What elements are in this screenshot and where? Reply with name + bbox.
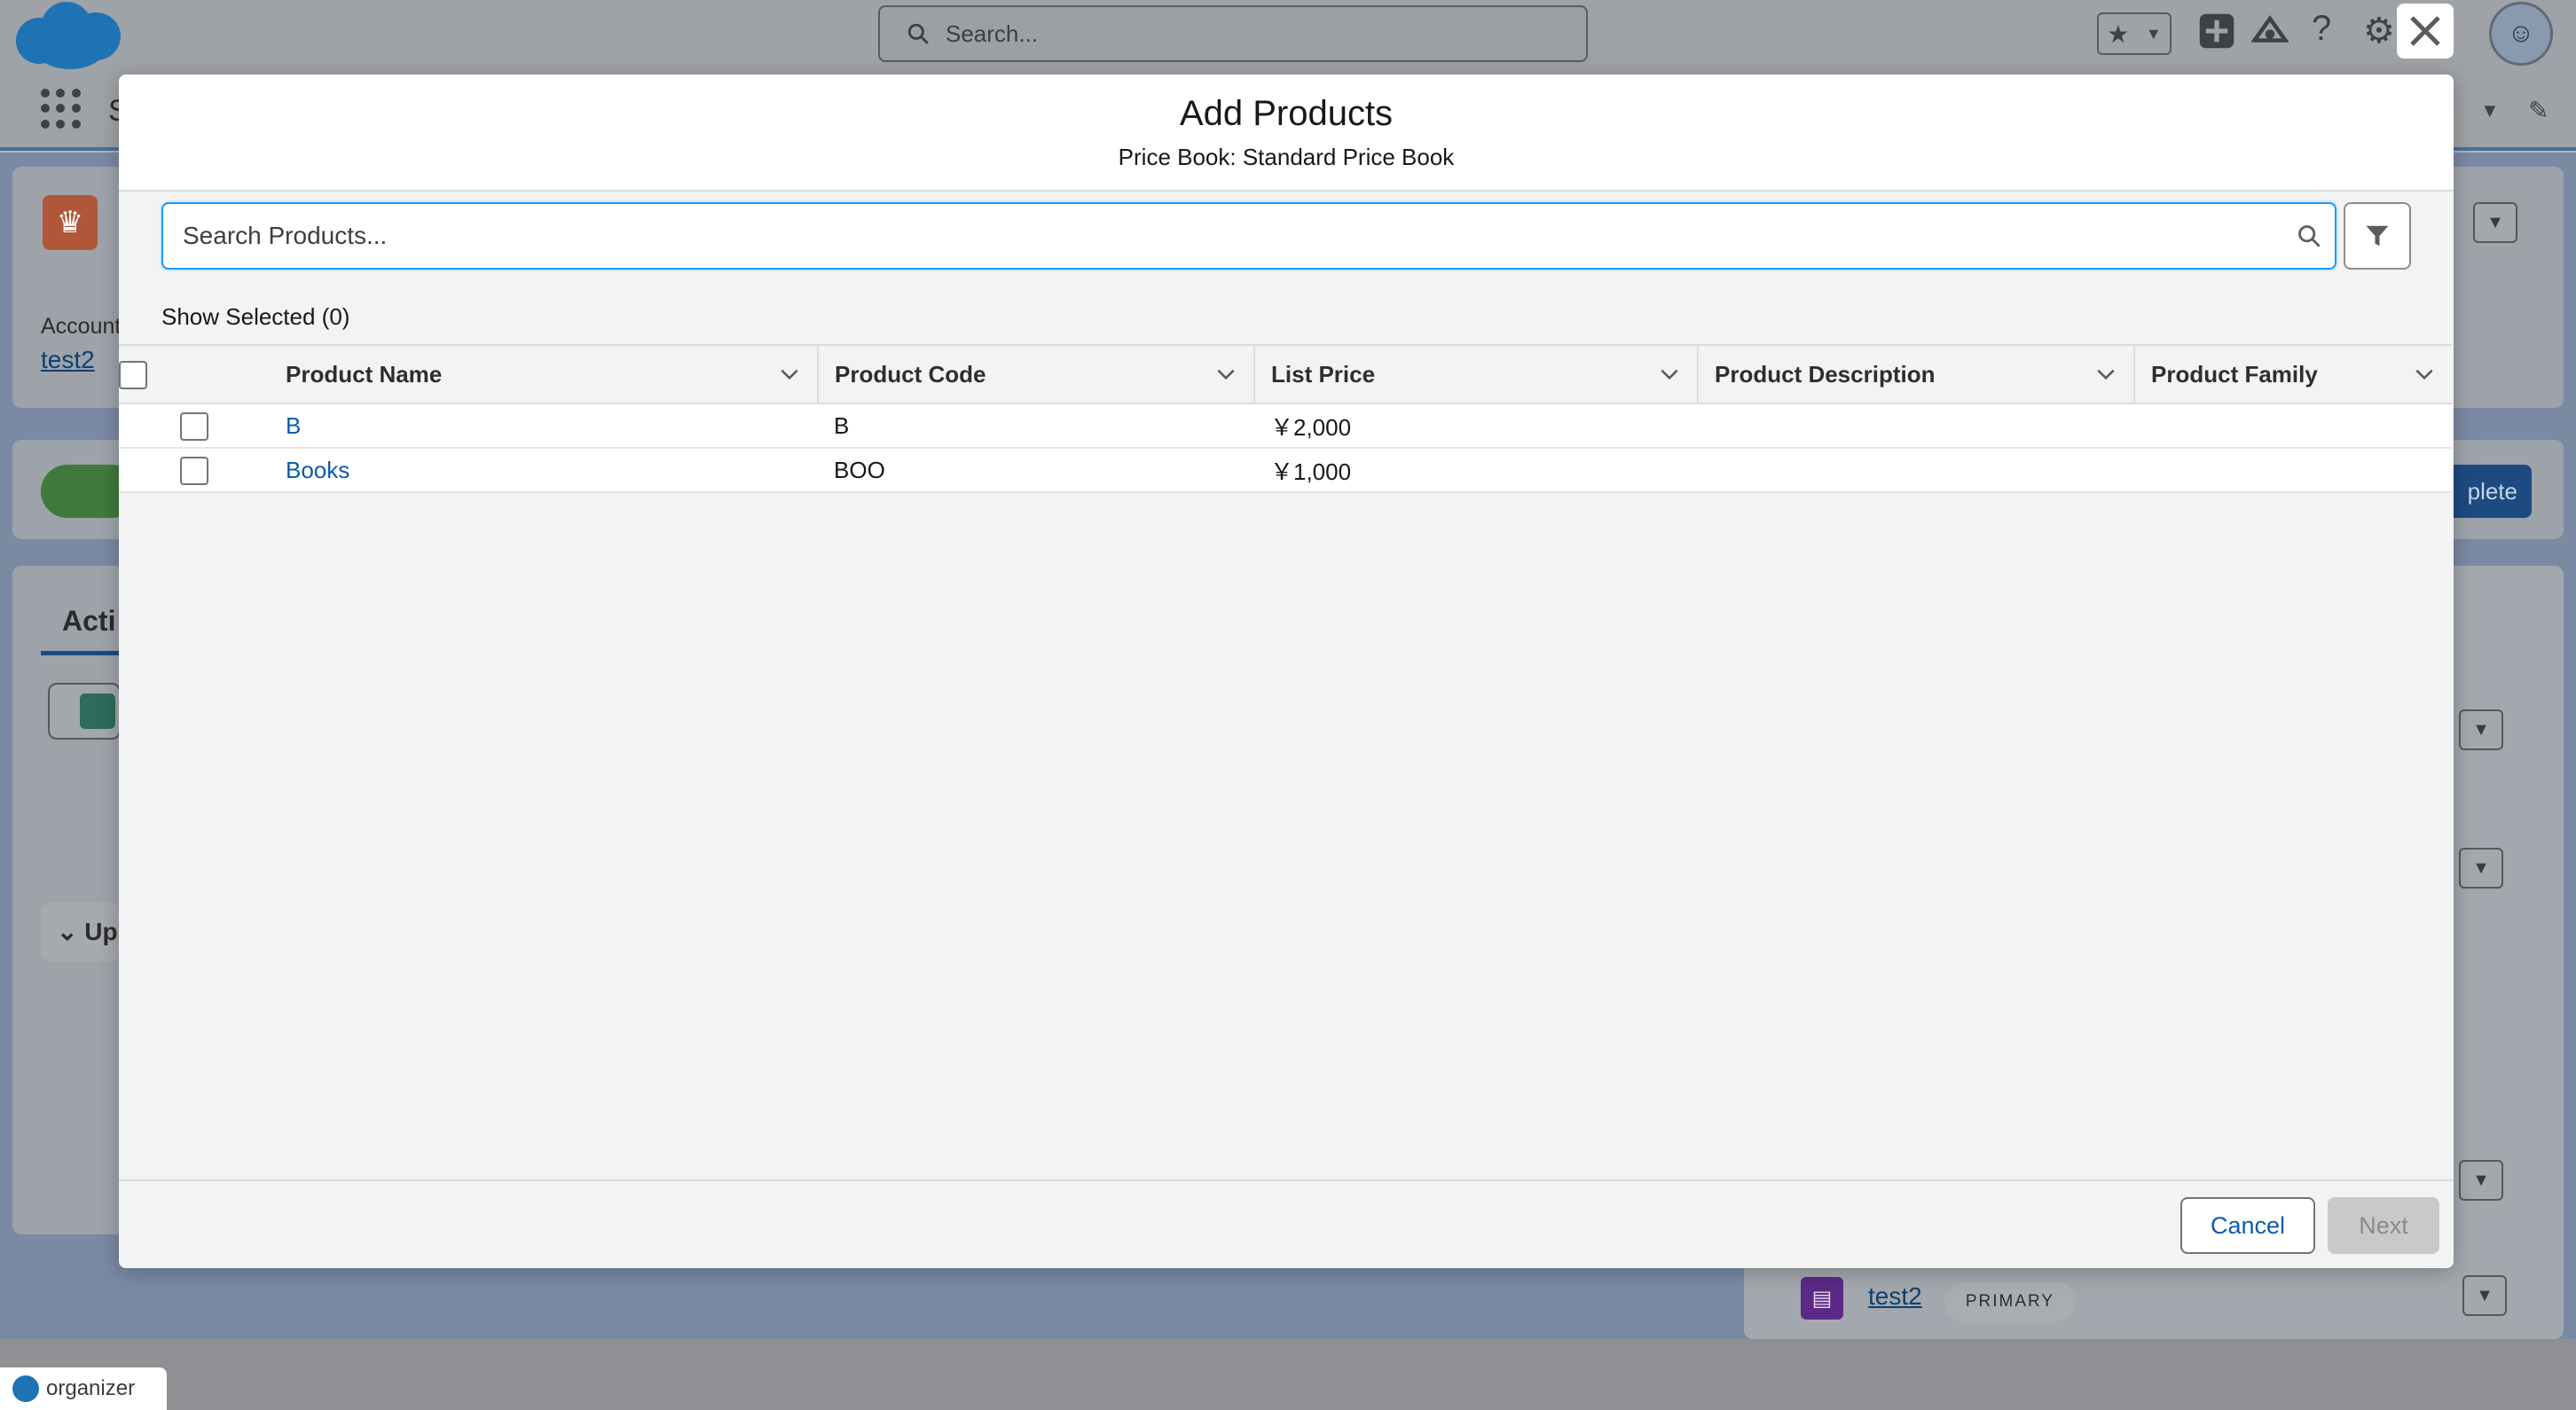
row-checkbox[interactable] [180,456,208,485]
column-header-label: Product Family [2151,360,2318,388]
table-row: Books BOO ￥1,000 [119,448,2452,493]
column-header-label: List Price [1271,360,1376,388]
related-dropdown-4[interactable]: ▼ [2462,1275,2507,1316]
row-checkbox[interactable] [180,411,208,441]
app-launcher-icon[interactable] [41,89,82,129]
header-actions-dropdown[interactable]: ▼ [2473,202,2517,243]
chevron-down-icon[interactable] [2094,363,2117,386]
product-code-cell: BOO [818,448,1254,493]
column-header-product-code[interactable]: Product Code [817,344,1254,404]
related-dropdown-2[interactable]: ▼ [2459,848,2503,889]
related-dropdown-3[interactable]: ▼ [2459,1160,2503,1201]
column-header-label: Product Description [1715,360,1936,388]
upcoming-label-text: Up [84,918,118,945]
chevron-down-icon[interactable] [778,363,801,386]
product-description-cell [1698,403,2134,449]
close-modal-button[interactable] [2397,4,2454,59]
modal-body: Show Selected (0) Product Name Product C… [119,192,2454,1181]
organizer-icon [12,1375,39,1402]
help-icon[interactable]: ? [2312,9,2331,49]
upcoming-label: ⌄ Up [57,917,118,946]
product-name-link[interactable]: Books [286,457,349,483]
product-code-cell: B [818,403,1254,449]
row-select-cell [119,448,270,493]
organizer-label: organizer [46,1376,136,1400]
plus-icon[interactable] [2198,12,2235,59]
account-link[interactable]: test2 [41,346,95,374]
row-select-cell [119,403,270,449]
utility-bar [0,1339,2576,1410]
product-name-cell: B [270,403,818,449]
column-header-list-price[interactable]: List Price [1253,344,1698,404]
product-description-cell [1698,448,2134,493]
related-dropdown-1[interactable]: ▼ [2459,709,2503,750]
column-header-product-name[interactable]: Product Name [270,344,818,404]
list-price-cell: ￥1,000 [1254,448,1698,493]
column-header-label: Product Code [835,360,986,388]
filter-icon [2366,225,2389,247]
organizer-tab[interactable]: organizer [0,1367,167,1410]
list-price-cell: ￥2,000 [1254,403,1698,449]
product-search-box [161,202,2336,270]
contact-card-icon: ▤ [1801,1277,1843,1320]
search-icon [907,23,929,44]
column-header-product-description[interactable]: Product Description [1697,344,2134,404]
edit-nav-icon[interactable]: ✎ [2528,96,2549,125]
crown-icon: ♛ [43,195,98,250]
salesforce-logo [16,2,121,69]
product-name-cell: Books [270,448,818,493]
chevron-down-icon[interactable] [2413,363,2436,386]
modal-header: Add Products Price Book: Standard Price … [119,74,2454,192]
table-header-row: Product Name Product Code List Price Pro… [119,344,2452,404]
call-button[interactable] [48,683,121,740]
column-header-product-family[interactable]: Product Family [2133,344,2452,404]
gear-icon[interactable]: ⚙ [2363,11,2395,51]
global-search-placeholder: Search... [946,20,1039,47]
product-family-cell [2134,403,2452,449]
product-name-link[interactable]: B [286,412,301,439]
modal-subtitle: Price Book: Standard Price Book [1118,144,1455,170]
close-icon [2410,16,2440,46]
next-button[interactable]: Next [2328,1197,2439,1254]
chevron-down-icon: ▼ [2145,24,2162,43]
products-table: Product Name Product Code List Price Pro… [119,344,2452,493]
modal-footer: Cancel Next [119,1181,2454,1268]
avatar[interactable]: ☺ [2489,2,2553,66]
favorites-button[interactable]: ★ ▼ [2097,12,2172,55]
filter-button[interactable] [2344,202,2411,270]
account-label: Account [41,314,122,339]
product-family-cell [2134,448,2452,493]
product-search-input[interactable] [163,204,2283,268]
add-products-modal: Add Products Price Book: Standard Price … [119,74,2454,1268]
global-search[interactable]: Search... [878,5,1588,62]
modal-title: Add Products [1179,94,1394,133]
chevron-down-icon: ⌄ [57,918,78,945]
chevron-down-icon[interactable] [1214,363,1237,386]
activity-tab[interactable]: Acti [62,605,115,638]
select-all-checkbox[interactable] [119,360,147,389]
show-selected-link[interactable]: Show Selected (0) [161,303,349,331]
column-header-label: Product Name [286,360,443,388]
search-icon[interactable] [2283,223,2335,248]
table-row: B B ￥2,000 [119,403,2452,449]
tab-underline [41,651,121,655]
select-all-header [119,344,270,404]
cancel-button[interactable]: Cancel [2180,1197,2315,1254]
phone-icon [80,693,115,729]
chevron-down-icon[interactable] [1658,363,1681,386]
contact-link[interactable]: test2 [1868,1282,1922,1311]
primary-badge: PRIMARY [1944,1282,2076,1321]
star-icon: ★ [2107,20,2130,48]
nav-chevron-down-icon[interactable]: ▼ [2480,99,2500,122]
trailhead-icon[interactable] [2250,12,2289,59]
